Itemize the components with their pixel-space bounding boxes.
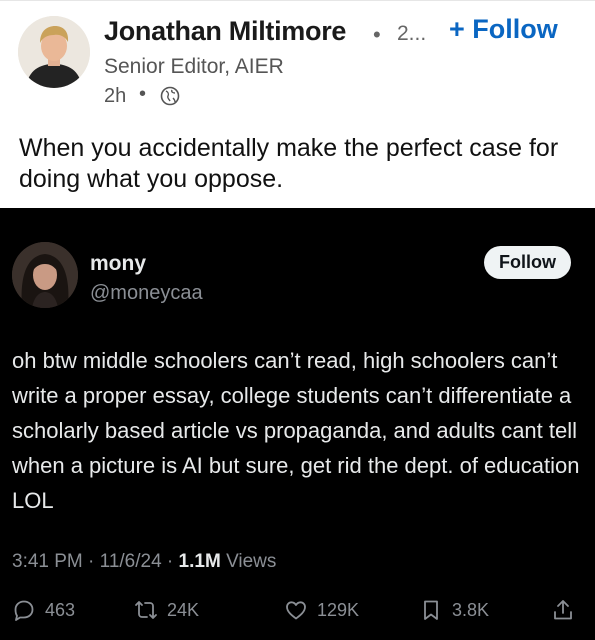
share-button[interactable] (551, 597, 575, 623)
like-icon (286, 601, 306, 620)
repost-count: 24K (167, 599, 200, 620)
tweet-time[interactable]: 3:41 PM (12, 551, 83, 572)
tweet-metadata: 3:41 PM · 11/6/24 · 1.1M Views (12, 551, 277, 572)
connection-degree: 2... (397, 22, 427, 45)
divider (0, 0, 595, 1)
separator-dot: • (139, 83, 147, 105)
tweet-date[interactable]: 11/6/24 (100, 551, 162, 572)
reply-icon (14, 600, 34, 621)
tweet-author-name[interactable]: mony (90, 252, 146, 276)
like-button[interactable]: 129K (284, 597, 359, 623)
follow-button[interactable]: + Follow (449, 14, 558, 45)
like-count: 129K (317, 599, 360, 620)
author-avatar[interactable] (18, 16, 90, 88)
globe-icon (160, 86, 180, 106)
tweet-avatar-image (12, 242, 78, 308)
author-name[interactable]: Jonathan Miltimore (104, 16, 346, 47)
share-icon (554, 600, 572, 620)
bookmark-icon (424, 600, 438, 620)
tweet-follow-button[interactable]: Follow (484, 246, 571, 279)
tweet-views-label: Views (226, 551, 277, 572)
bookmark-count: 3.8K (452, 599, 490, 620)
embedded-tweet: mony @moneycaa Follow oh btw middle scho… (0, 208, 595, 640)
post-time: 2h (104, 85, 127, 107)
reply-button[interactable]: 463 (12, 597, 75, 623)
tweet-avatar[interactable] (12, 242, 78, 308)
tweet-author-handle[interactable]: @moneycaa (90, 282, 203, 305)
author-headline: Senior Editor, AIER (104, 55, 284, 78)
linkedin-post: Jonathan Miltimore • 2... + Follow Senio… (0, 0, 595, 208)
repost-icon (135, 601, 157, 619)
post-text: When you accidentally make the perfect c… (19, 134, 559, 193)
author-avatar-image (18, 16, 90, 88)
tweet-text: oh btw middle schoolers can’t read, high… (12, 348, 580, 513)
repost-button[interactable]: 24K (134, 597, 199, 623)
reply-count: 463 (45, 599, 76, 620)
bookmark-button[interactable]: 3.8K (419, 597, 489, 623)
tweet-views-count: 1.1M (178, 551, 221, 572)
separator-dot: • (373, 22, 381, 47)
